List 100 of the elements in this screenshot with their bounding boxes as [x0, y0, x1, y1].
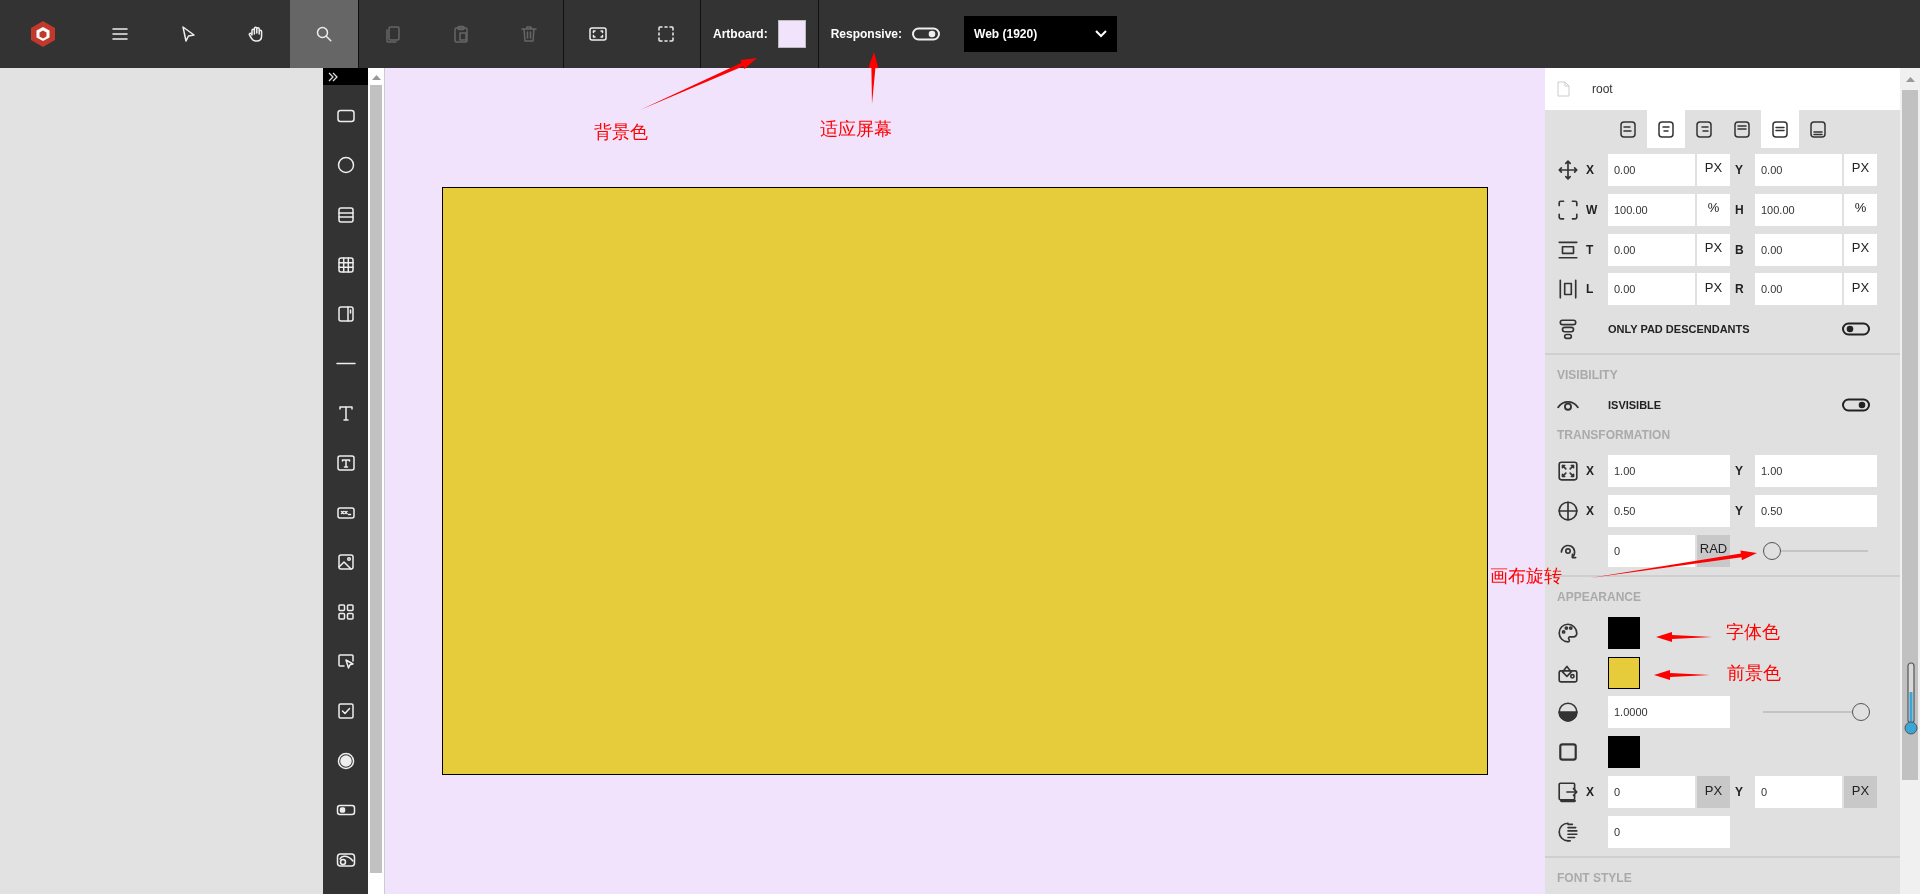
unit-selector[interactable]: PX [1844, 153, 1877, 186]
chevron-down-icon [1095, 30, 1108, 38]
square-icon [1557, 741, 1579, 764]
input-field[interactable]: 0 [1755, 776, 1842, 809]
cursor-in-box-icon [335, 651, 356, 672]
field-label: X [1585, 464, 1595, 479]
field-label: L [1585, 282, 1595, 297]
color-swatch[interactable] [777, 20, 806, 48]
document-icon [1557, 80, 1570, 97]
field-label: X [1585, 503, 1595, 518]
color-swatch[interactable] [1608, 616, 1640, 649]
align-button[interactable] [1646, 109, 1685, 148]
input-field[interactable]: 100.00 [1608, 193, 1695, 226]
node-name: root [1592, 81, 1613, 96]
line-icon [335, 362, 356, 366]
blur-icon [1557, 821, 1579, 844]
align-button[interactable] [1760, 109, 1799, 148]
input-field[interactable]: 0.00 [1755, 233, 1842, 266]
half-circle-icon [1557, 701, 1579, 724]
annotation-text: 背景色 [594, 122, 648, 142]
four-squares-icon [335, 601, 356, 622]
scale-icon [1557, 460, 1579, 483]
unit-selector[interactable]: % [1697, 193, 1730, 226]
slider-track[interactable] [1763, 703, 1868, 722]
padding-horizontal-icon [1557, 278, 1579, 301]
expand-icon[interactable] [327, 71, 339, 82]
field-label: Y [1734, 464, 1744, 479]
field-label: Y [1734, 785, 1744, 800]
field-label: B [1734, 242, 1745, 257]
image-icon [335, 552, 356, 573]
align-top-icon [1731, 118, 1752, 139]
circle-icon [335, 155, 356, 176]
input-field[interactable]: 0 [1608, 776, 1695, 809]
toggle-switch[interactable] [1842, 322, 1870, 337]
color-swatch[interactable] [1608, 656, 1640, 689]
annotation-text: 字体色 [1726, 622, 1780, 642]
search-icon [314, 24, 334, 44]
unit-selector[interactable]: PX [1697, 233, 1730, 266]
align-bottom-icon [1807, 118, 1828, 139]
radio-icon [335, 750, 356, 771]
input-field[interactable]: 1.0000 [1608, 696, 1730, 729]
scrollbar-thumb[interactable] [1902, 90, 1918, 780]
palette-icon [1557, 621, 1579, 644]
align-middle-icon [1769, 118, 1790, 139]
input-field[interactable]: 0.50 [1755, 494, 1877, 527]
input-field[interactable]: 0.50 [1608, 494, 1730, 527]
input-field[interactable]: 1.00 [1608, 455, 1730, 488]
color-swatch[interactable] [1608, 736, 1640, 769]
input-field[interactable]: 0.00 [1755, 273, 1842, 306]
field-label: W [1585, 202, 1599, 217]
slider-thumb[interactable] [1763, 541, 1781, 560]
slider-thumb[interactable] [1852, 703, 1870, 722]
annotation-text: 适应屏幕 [820, 119, 892, 139]
align-right-icon [1693, 118, 1714, 139]
toggle-switch[interactable] [1842, 398, 1870, 413]
copy-icon [383, 24, 403, 44]
field-label: H [1734, 202, 1745, 217]
annotation-text: 画布旋转 [1490, 566, 1562, 586]
stacked-bars-icon [1557, 318, 1579, 341]
toggle-label: ISVISIBLE [1608, 399, 1663, 412]
unit-selector[interactable]: PX [1844, 233, 1877, 266]
input-field[interactable]: 0.00 [1608, 153, 1695, 186]
crosshair-circle-icon [1557, 499, 1579, 522]
input-field[interactable]: 100.00 [1755, 193, 1842, 226]
input-field[interactable]: 0.00 [1608, 273, 1695, 306]
checkbox-icon [335, 700, 356, 721]
scroll-up-icon[interactable] [371, 73, 381, 80]
clipboard-icon [451, 24, 471, 44]
unit-selector[interactable]: PX [1844, 273, 1877, 306]
padding-vertical-icon [1557, 238, 1579, 261]
annotation-text: 前景色 [1727, 663, 1781, 683]
device-dropdown[interactable]: Web (1920) [964, 16, 1118, 52]
unit-selector[interactable]: PX [1697, 273, 1730, 306]
scrollbar-thumb[interactable] [370, 85, 382, 873]
field-label: T [1585, 242, 1595, 257]
field-label: X [1585, 162, 1595, 177]
input-field[interactable]: 1.00 [1755, 455, 1877, 488]
move-arrows-icon [1557, 158, 1579, 181]
slider-track[interactable] [1763, 541, 1868, 560]
logo[interactable] [30, 20, 56, 48]
fit-screen-icon [588, 24, 608, 44]
align-left-icon [1617, 118, 1638, 139]
input-field[interactable]: 0 [1608, 816, 1730, 849]
align-center-icon [1655, 118, 1676, 139]
field-label: Y [1734, 503, 1744, 518]
responsive-label: Responsive: [830, 27, 903, 41]
text-box-icon [335, 452, 356, 473]
drop-shadow-icon [1557, 781, 1579, 804]
unit-selector[interactable]: PX [1697, 153, 1730, 186]
input-field[interactable]: 0.00 [1755, 153, 1842, 186]
delete-icon [519, 24, 539, 44]
input-field[interactable]: 0.00 [1608, 233, 1695, 266]
field-label: X [1585, 785, 1595, 800]
grid-icon [335, 254, 356, 275]
dashed-corners-icon [1557, 198, 1579, 221]
input-field[interactable]: 0 [1608, 534, 1695, 567]
unit-selector[interactable]: % [1844, 193, 1877, 226]
side-panel-icon [335, 304, 356, 325]
field-label: Y [1734, 162, 1744, 177]
field-label: R [1734, 282, 1745, 297]
